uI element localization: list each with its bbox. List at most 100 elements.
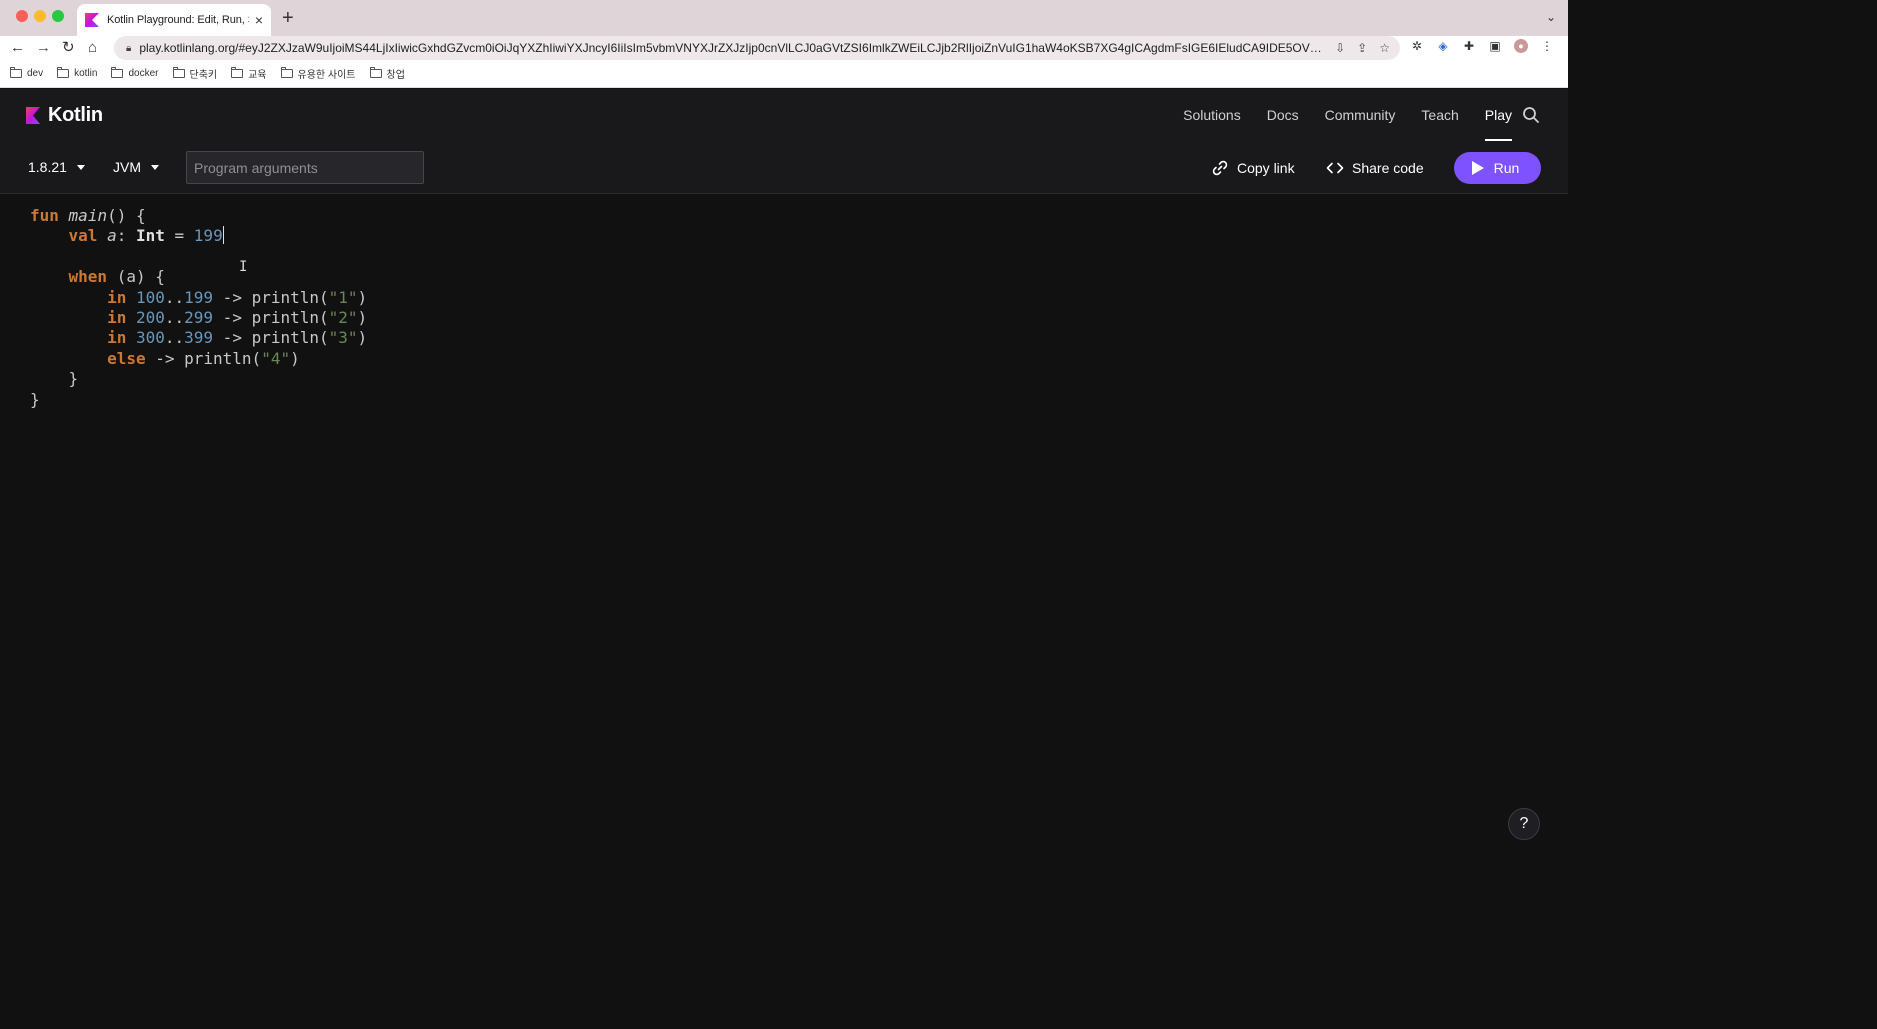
bookmark-star-icon[interactable]: ☆ (1379, 41, 1390, 55)
bookmark-label: kotlin (74, 68, 98, 79)
close-window-button[interactable] (16, 10, 28, 22)
profile-avatar-icon[interactable]: ● (1514, 39, 1528, 53)
share-icon[interactable]: ⇪ (1357, 41, 1367, 55)
reload-icon[interactable]: ↻ (62, 38, 75, 58)
bookmark-folder-docker[interactable]: docker (111, 67, 159, 79)
folder-icon (10, 67, 22, 78)
nav-docs[interactable]: Docs (1267, 89, 1299, 141)
code-line-9: } (30, 369, 79, 389)
text-cursor (222, 226, 224, 245)
close-tab-icon[interactable]: × (255, 13, 263, 27)
extension-gear-icon[interactable]: ✲ (1410, 39, 1424, 53)
site-header: Kotlin Solutions Docs Community Teach Pl… (0, 89, 1568, 141)
program-arguments-input[interactable] (186, 151, 424, 184)
bookmark-folder-shortcuts[interactable]: 단축키 (172, 66, 218, 81)
maximize-window-button[interactable] (52, 10, 64, 22)
link-icon (1212, 160, 1228, 176)
token-keyword: fun (30, 206, 59, 225)
kotlin-logo-icon (26, 107, 40, 124)
platform-value: JVM (113, 159, 141, 175)
token-keyword: in (107, 328, 127, 348)
code-brackets-icon (1326, 162, 1344, 174)
token-keyword: in (107, 308, 127, 328)
caret-down-icon (151, 164, 159, 170)
run-label: Run (1493, 160, 1520, 176)
site-nav: Solutions Docs Community Teach Play (1183, 89, 1568, 141)
browser-tab-bar: Kotlin Playground: Edit, Run, Sl × + ⌄ (0, 0, 1568, 36)
share-code-label: Share code (1352, 160, 1424, 176)
bookmark-folder-education[interactable]: 교육 (231, 66, 267, 81)
token-keyword: in (107, 287, 127, 307)
tab-search-chevron-icon[interactable]: ⌄ (1546, 10, 1556, 24)
token-keyword: else (107, 348, 146, 368)
code-line-4: when (a) { (68, 267, 165, 287)
address-bar[interactable]: 🔒︎ play.kotlinlang.org/#eyJ2ZXJzaW9uIjoi… (114, 36, 1400, 60)
run-button[interactable]: Run (1454, 152, 1541, 184)
playground-controls: 1.8.21 JVM Copy link Share code Run (0, 141, 1568, 194)
extension-translate-icon[interactable]: ◈ (1436, 39, 1450, 53)
code-content[interactable]: fun main() { val a: Int = 199 when (a) {… (30, 206, 367, 410)
folder-icon (111, 67, 124, 78)
forward-arrow-icon[interactable]: → (36, 38, 51, 58)
bookmark-label: 유용한 사이트 (297, 70, 356, 81)
kotlin-favicon-icon (85, 13, 99, 27)
folder-icon (369, 67, 382, 78)
folder-icon (172, 67, 185, 78)
bookmark-label: 창업 (386, 70, 405, 81)
lock-icon[interactable]: 🔒︎ (126, 43, 131, 54)
tab-title: Kotlin Playground: Edit, Run, Sl (107, 14, 249, 26)
new-tab-button[interactable]: + (282, 7, 294, 29)
nav-community[interactable]: Community (1325, 89, 1396, 141)
bookmark-folder-kotlin[interactable]: kotlin (57, 67, 98, 79)
kotlin-logo[interactable]: Kotlin (26, 104, 103, 127)
folder-icon (280, 67, 293, 78)
browser-tab-kotlin-playground[interactable]: Kotlin Playground: Edit, Run, Sl × (77, 4, 271, 36)
token-variable: a (107, 226, 117, 246)
code-editor[interactable]: fun main() { val a: Int = 199 when (a) {… (0, 194, 1568, 860)
token-keyword: when (68, 267, 108, 287)
bookmark-label: dev (27, 68, 44, 79)
play-icon (1471, 161, 1484, 175)
version-select[interactable]: 1.8.21 (28, 159, 85, 175)
logo-text: Kotlin (48, 104, 103, 126)
bookmark-label: 단축키 (189, 70, 218, 81)
search-icon[interactable] (1522, 106, 1540, 124)
code-line-8: else -> println("4") (107, 348, 300, 368)
minimize-window-button[interactable] (34, 10, 46, 22)
ibeam-cursor-icon: I (239, 259, 248, 275)
help-button[interactable]: ? (1508, 808, 1540, 840)
copy-link-label: Copy link (1237, 160, 1295, 176)
token-number: 199 (193, 226, 223, 246)
token-type: Int (135, 226, 165, 246)
caret-down-icon (76, 164, 85, 170)
bookmarks-bar: dev kotlin docker 단축키 교육 유용한 사이트 창업 (0, 60, 1568, 88)
platform-select[interactable]: JVM (113, 159, 159, 175)
extensions-puzzle-icon[interactable]: ✚ (1462, 39, 1476, 53)
folder-icon (231, 67, 244, 78)
extensions-area: ✲ ◈ ✚ ▣ ● ⋮ (1410, 39, 1554, 53)
code-line-10: } (30, 389, 40, 409)
browser-menu-icon[interactable]: ⋮ (1540, 39, 1554, 53)
back-arrow-icon[interactable]: ← (10, 38, 25, 58)
nav-solutions[interactable]: Solutions (1183, 89, 1241, 141)
copy-link-button[interactable]: Copy link (1211, 159, 1295, 177)
side-panel-icon[interactable]: ▣ (1488, 39, 1502, 53)
version-value: 1.8.21 (28, 159, 67, 175)
url-text[interactable]: play.kotlinlang.org/#eyJ2ZXJzaW9uIjoiMS4… (139, 41, 1323, 55)
bookmark-folder-dev[interactable]: dev (10, 67, 44, 79)
code-line-2: val a: Int = 199 (68, 226, 224, 246)
code-line-1: fun main() { (30, 206, 146, 225)
folder-icon (57, 67, 70, 78)
code-line-6: in 200..299 -> println("2") (107, 308, 368, 328)
token-function: main (68, 206, 108, 225)
share-code-button[interactable]: Share code (1326, 159, 1424, 177)
code-line-5: in 100..199 -> println("1") (107, 287, 368, 307)
bookmark-folder-startup[interactable]: 창업 (369, 66, 405, 81)
nav-play[interactable]: Play (1484, 89, 1513, 141)
bookmark-folder-useful-sites[interactable]: 유용한 사이트 (280, 66, 356, 81)
install-app-icon[interactable]: ⇩ (1335, 41, 1345, 55)
bookmark-label: 교육 (248, 70, 267, 81)
nav-teach[interactable]: Teach (1421, 89, 1458, 141)
browser-toolbar: ← → ↻ ⌂ 🔒︎ play.kotlinlang.org/#eyJ2ZXJz… (0, 36, 1568, 60)
home-icon[interactable]: ⌂ (88, 38, 97, 58)
